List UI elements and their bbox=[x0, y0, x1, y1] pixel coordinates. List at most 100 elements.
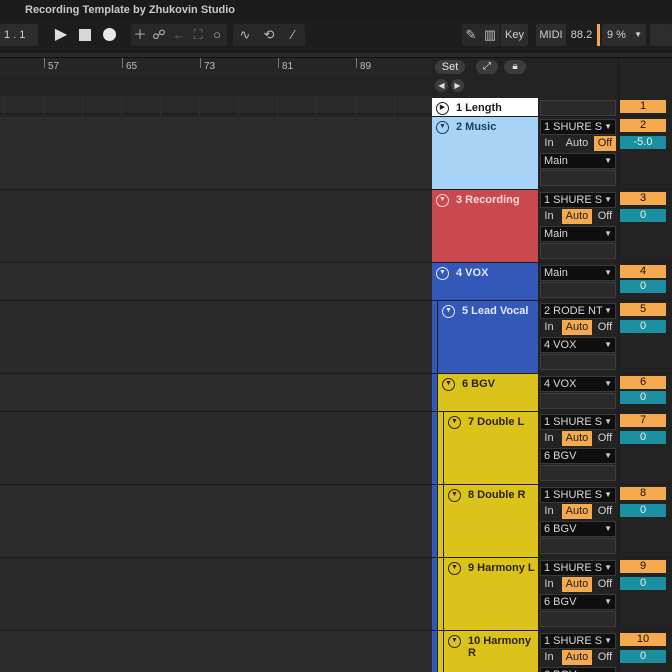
zoom-select[interactable]: 9 % ▼ bbox=[602, 24, 646, 46]
track-9[interactable]: ▼ 9 Harmony L1 SHURE S ▼ In Auto Off 6 BGV ▼ 9 0 bbox=[432, 558, 672, 631]
track-lane[interactable] bbox=[0, 374, 432, 412]
monitor-auto-button[interactable]: Auto bbox=[562, 431, 592, 446]
empty-slot[interactable] bbox=[540, 465, 616, 481]
volume-value[interactable]: 0 bbox=[620, 209, 666, 222]
track-2[interactable]: ▼ 2 Music 1 SHURE S ▼ In Auto Off Main ▼ 2 -5.0 bbox=[432, 117, 672, 190]
monitor-off-button[interactable]: Off bbox=[594, 320, 616, 335]
track-lane[interactable] bbox=[0, 301, 432, 374]
monitor-in-button[interactable]: In bbox=[540, 650, 558, 665]
track-activator[interactable]: 1 bbox=[620, 100, 666, 113]
monitor-in-button[interactable]: In bbox=[540, 209, 558, 224]
fold-icon[interactable]: ▼ bbox=[442, 305, 455, 318]
arrow-right-icon[interactable]: ▶ bbox=[451, 79, 464, 92]
track-activator[interactable]: 5 bbox=[620, 303, 666, 316]
keyboard-icon[interactable]: ▥ bbox=[481, 26, 499, 44]
fold-icon[interactable]: ▼ bbox=[436, 267, 449, 280]
monitor-off-button[interactable]: Off bbox=[594, 136, 616, 151]
pencil-icon[interactable]: ✎ bbox=[462, 26, 480, 44]
output-select[interactable]: Main ▼ bbox=[540, 265, 616, 281]
monitor-in-button[interactable]: In bbox=[540, 577, 558, 592]
midi-map-button[interactable]: MIDI bbox=[536, 24, 566, 46]
monitor-off-button[interactable]: Off bbox=[594, 577, 616, 592]
track-lane[interactable] bbox=[0, 631, 432, 672]
fold-icon[interactable]: ▼ bbox=[448, 635, 461, 648]
fold-icon[interactable]: ▼ bbox=[448, 489, 461, 502]
volume-value[interactable]: 0 bbox=[620, 650, 666, 663]
track-lane[interactable] bbox=[0, 412, 432, 485]
monitor-off-button[interactable]: Off bbox=[594, 504, 616, 519]
track-4[interactable]: ▼ 4 VOX Main ▼ 4 0 bbox=[432, 263, 672, 301]
volume-value[interactable]: 0 bbox=[620, 504, 666, 517]
track-activator[interactable]: 10 bbox=[620, 633, 666, 646]
fold-icon[interactable]: ▼ bbox=[436, 121, 449, 134]
monitor-auto-button[interactable]: Auto bbox=[562, 209, 592, 224]
track-header[interactable]: ▼ 10 Harmony R bbox=[444, 631, 538, 672]
monitor-in-button[interactable]: In bbox=[540, 136, 558, 151]
empty-slot[interactable] bbox=[540, 282, 616, 298]
track-lane[interactable] bbox=[0, 558, 432, 631]
output-select[interactable]: Main ▼ bbox=[540, 153, 616, 169]
volume-value[interactable]: 0 bbox=[620, 431, 666, 444]
bar-ruler[interactable]: 57 65 73 81 89 bbox=[0, 58, 432, 76]
arrow-left-icon[interactable]: ◀ bbox=[435, 79, 448, 92]
input-select[interactable]: 1 SHURE S ▼ bbox=[540, 414, 616, 430]
track-header[interactable]: ▼ 6 BGV bbox=[438, 374, 538, 411]
overflow-control[interactable] bbox=[650, 24, 672, 46]
empty-slot[interactable] bbox=[540, 100, 616, 116]
stop-icon[interactable] bbox=[76, 26, 94, 44]
fold-icon[interactable]: ▼ bbox=[448, 562, 461, 575]
input-select[interactable]: 1 SHURE S ▼ bbox=[540, 487, 616, 503]
expand-icon[interactable]: ⤢ bbox=[476, 60, 498, 74]
monitor-auto-button[interactable]: Auto bbox=[562, 136, 592, 151]
track-3[interactable]: ▼ 3 Recording 1 SHURE S ▼ In Auto Off Main ▼ 3 0 bbox=[432, 190, 672, 263]
track-5[interactable]: ▼ 5 Lead Vocal 2 RODE NT ▼ In Auto Off 4 VOX ▼ 5 0 bbox=[432, 301, 672, 374]
track-1[interactable]: ▶ 1 Length 1 bbox=[432, 98, 672, 117]
input-select[interactable]: 1 SHURE S ▼ bbox=[540, 119, 616, 135]
output-select[interactable]: 4 VOX ▼ bbox=[540, 337, 616, 353]
lock-icon[interactable]: 🔒︎ bbox=[504, 60, 526, 74]
track-lane[interactable] bbox=[0, 117, 432, 190]
fade-icon[interactable]: ⁄ bbox=[284, 26, 302, 44]
track-7[interactable]: ▼ 7 Double L1 SHURE S ▼ In Auto Off 6 BGV ▼ 7 0 bbox=[432, 412, 672, 485]
track-activator[interactable]: 7 bbox=[620, 414, 666, 427]
monitor-in-button[interactable]: In bbox=[540, 320, 558, 335]
input-select[interactable]: 1 SHURE S ▼ bbox=[540, 633, 616, 649]
play-icon[interactable]: ▶ bbox=[52, 26, 70, 44]
output-select[interactable]: Main ▼ bbox=[540, 226, 616, 242]
output-select[interactable]: 6 BGV ▼ bbox=[540, 594, 616, 610]
monitor-off-button[interactable]: Off bbox=[594, 431, 616, 446]
track-header[interactable]: ▼ 8 Double R bbox=[444, 485, 538, 557]
input-select[interactable]: 1 SHURE S ▼ bbox=[540, 560, 616, 576]
empty-slot[interactable] bbox=[540, 393, 616, 409]
track-header[interactable]: ▼ 5 Lead Vocal bbox=[438, 301, 538, 373]
track-lane[interactable] bbox=[0, 485, 432, 558]
input-select[interactable]: 1 SHURE S ▼ bbox=[540, 192, 616, 208]
link-icon[interactable]: ☍ bbox=[150, 26, 168, 44]
track-header[interactable]: ▼ 7 Double L bbox=[444, 412, 538, 484]
volume-value[interactable]: 0 bbox=[620, 320, 666, 333]
song-position[interactable]: 1 . 1 bbox=[0, 24, 38, 46]
track-header[interactable]: ▶ 1 Length bbox=[432, 98, 538, 116]
track-lane[interactable] bbox=[0, 263, 432, 301]
output-select[interactable]: 6 BGV ▼ bbox=[540, 521, 616, 537]
monitor-in-button[interactable]: In bbox=[540, 431, 558, 446]
track-activator[interactable]: 9 bbox=[620, 560, 666, 573]
empty-slot[interactable] bbox=[540, 354, 616, 370]
empty-slot[interactable] bbox=[540, 611, 616, 627]
track-activator[interactable]: 6 bbox=[620, 376, 666, 389]
track-lane[interactable] bbox=[0, 96, 432, 114]
empty-slot[interactable] bbox=[540, 170, 616, 186]
track-activator[interactable]: 8 bbox=[620, 487, 666, 500]
empty-slot[interactable] bbox=[540, 538, 616, 554]
empty-slot[interactable] bbox=[540, 243, 616, 259]
track-lane[interactable] bbox=[0, 190, 432, 263]
track-header[interactable]: ▼ 3 Recording bbox=[432, 190, 538, 262]
play-circle-icon[interactable]: ▶ bbox=[436, 102, 449, 115]
input-select[interactable]: 2 RODE NT ▼ bbox=[540, 303, 616, 319]
track-activator[interactable]: 4 bbox=[620, 265, 666, 278]
arrangement-view[interactable] bbox=[0, 76, 434, 672]
track-header[interactable]: ▼ 9 Harmony L bbox=[444, 558, 538, 630]
monitor-auto-button[interactable]: Auto bbox=[562, 650, 592, 665]
monitor-off-button[interactable]: Off bbox=[594, 650, 616, 665]
track-header[interactable]: ▼ 2 Music bbox=[432, 117, 538, 189]
